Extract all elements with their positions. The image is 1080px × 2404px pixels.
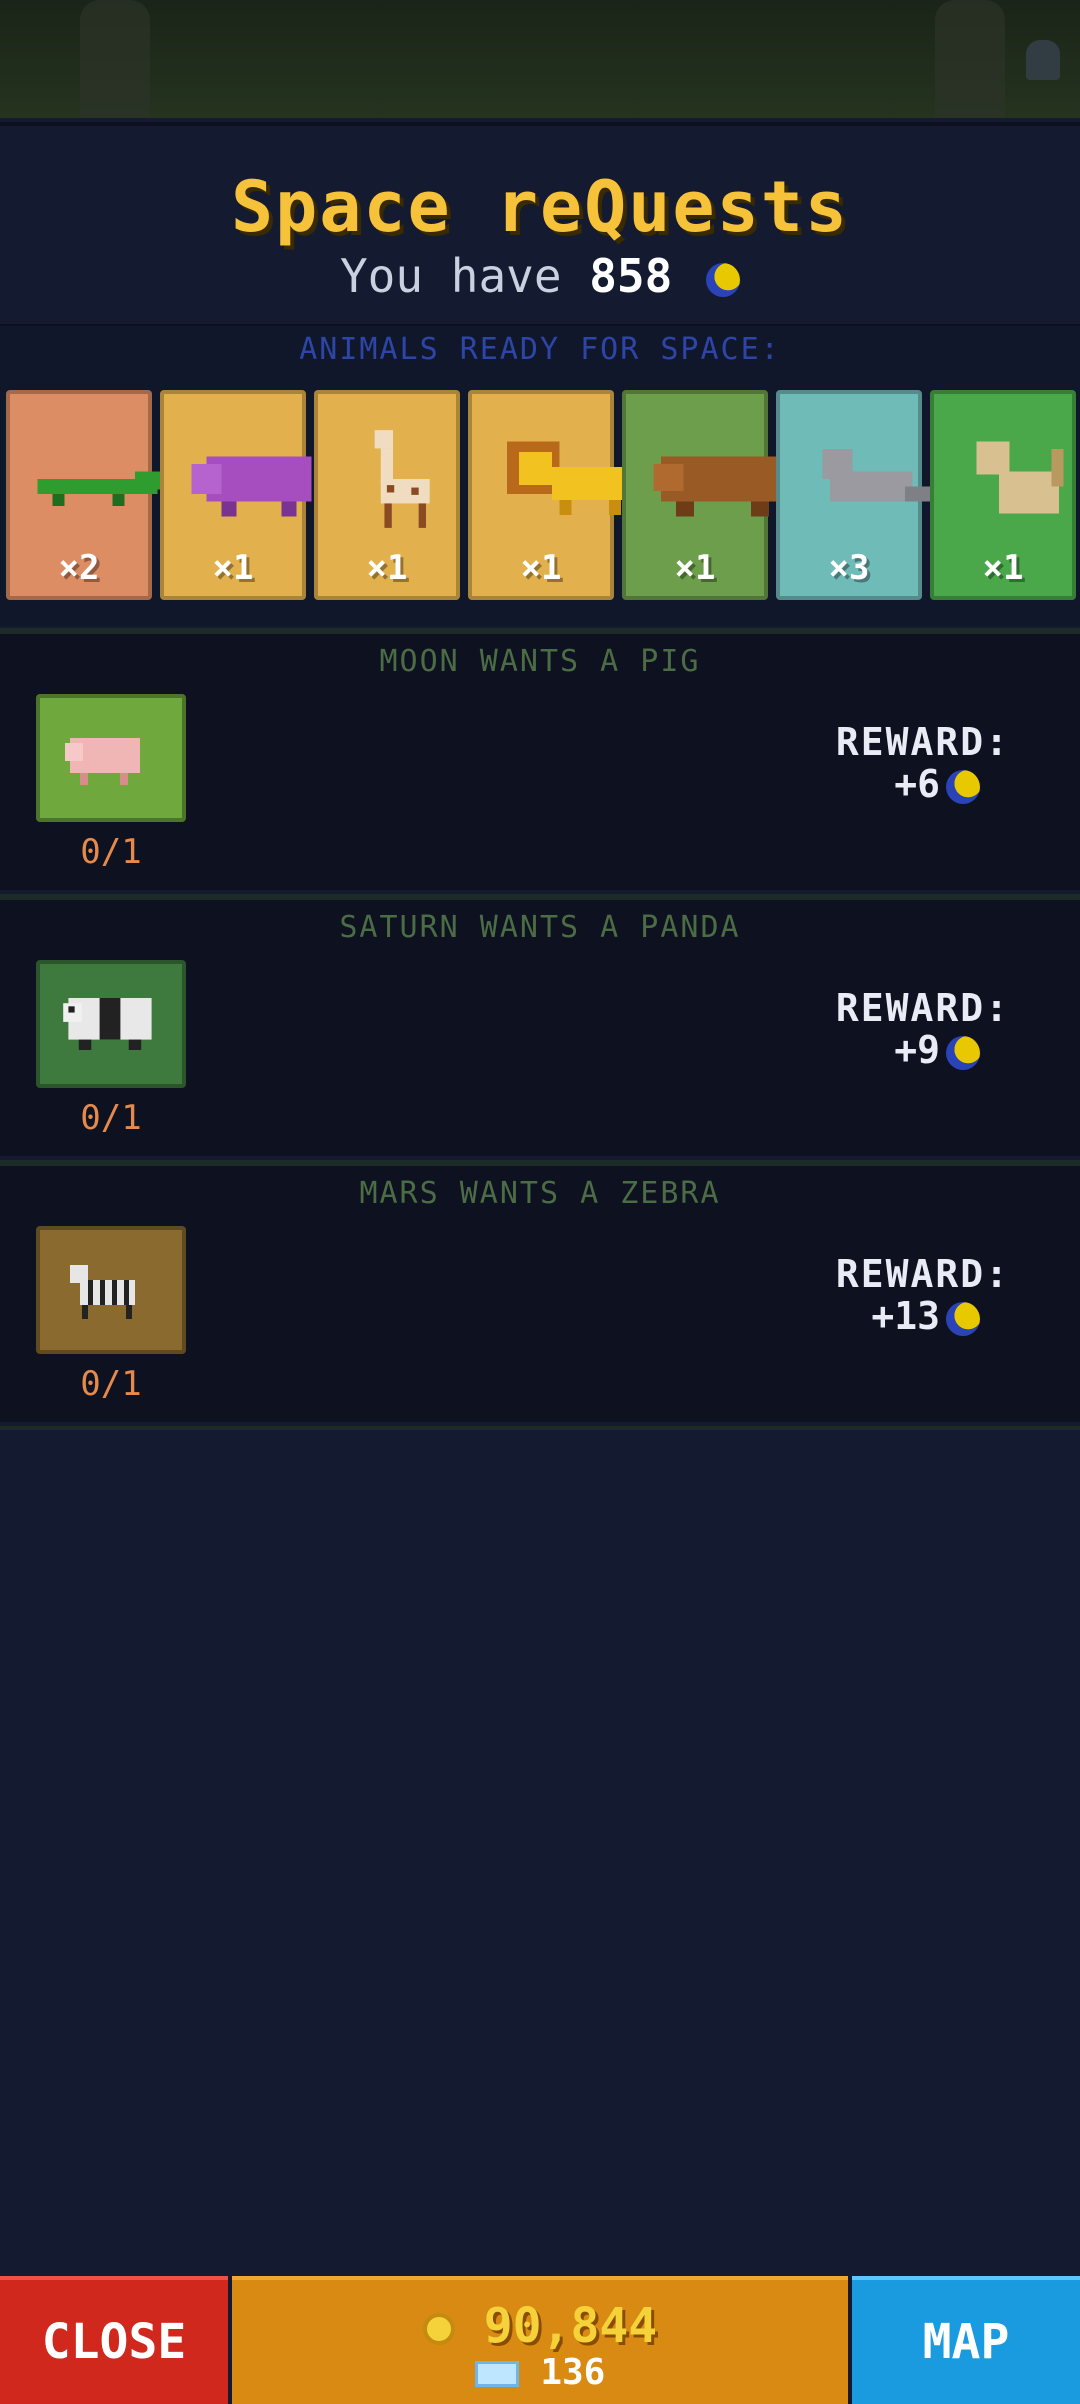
animal-card-lion[interactable]: ×1: [468, 390, 627, 600]
panda-icon: [63, 998, 152, 1050]
monkey-icon: [976, 441, 1064, 514]
reward-label: REWARD:: [835, 720, 1010, 764]
map-button[interactable]: MAP: [852, 2276, 1080, 2404]
request-item: MOON WANTS A PIG 0/1 REWARD: +6: [0, 628, 1080, 890]
reward-value: +6: [894, 762, 980, 806]
animal-count: ×1: [982, 548, 1024, 588]
animal-card-giraffe[interactable]: ×1: [314, 390, 460, 600]
animal-card-hippo[interactable]: ×1: [160, 390, 312, 600]
coin-icon: [422, 2313, 455, 2345]
request-title: SATURN WANTS A PANDA: [339, 910, 741, 945]
page-title: Space reQuests: [230, 166, 849, 248]
seal-icon: [822, 449, 943, 502]
coin-balance: 90,844: [232, 2298, 848, 2354]
moon-coin-icon: [706, 262, 741, 297]
animal-card-bear[interactable]: ×1: [622, 390, 781, 600]
gem-icon: [474, 2361, 519, 2387]
reward-label: REWARD:: [835, 1252, 1010, 1296]
currency-panel[interactable]: 90,844 136: [232, 2276, 848, 2404]
crocodile-icon: [37, 471, 173, 506]
animal-card-monkey[interactable]: ×1: [930, 390, 1076, 600]
divider: [0, 1426, 1080, 1430]
animal-count: ×1: [366, 548, 408, 588]
bear-icon: [653, 456, 781, 517]
you-have-label: You have: [339, 249, 562, 303]
request-title: MOON WANTS A PIG: [379, 644, 701, 679]
tree-icon: [80, 0, 150, 118]
visitor-icon: [1026, 40, 1060, 80]
giraffe-icon: [374, 430, 430, 528]
requests-header: Space reQuests You have 858: [0, 122, 1080, 328]
request-animal-slot[interactable]: [36, 960, 186, 1088]
zoo-background-strip: [0, 0, 1080, 118]
moon-balance: 858: [589, 249, 673, 303]
animal-card-crocodile[interactable]: ×2: [6, 390, 173, 600]
reward-amount: +13: [871, 1294, 940, 1338]
request-title: MARS WANTS A ZEBRA: [359, 1176, 721, 1211]
coin-amount: 90,844: [483, 2298, 658, 2354]
animal-count: ×1: [520, 548, 562, 588]
animal-count: ×1: [674, 548, 716, 588]
ready-animals-label: ANIMALS READY FOR SPACE:: [299, 332, 781, 367]
request-animal-slot[interactable]: [36, 694, 186, 822]
reward-label: REWARD:: [835, 986, 1010, 1030]
close-button[interactable]: CLOSE: [0, 2276, 228, 2404]
lion-icon: [507, 441, 627, 515]
bottom-bar: CLOSE 90,844 136 MAP: [0, 2276, 1080, 2404]
balance-line: You have 858: [0, 249, 1080, 303]
animal-count: ×1: [212, 548, 254, 588]
request-progress: 0/1: [80, 1364, 142, 1404]
ready-animals-list: ×2 ×1 ×1 ×1 ×1 ×3 ×1: [6, 390, 1076, 600]
moon-coin-icon: [946, 1035, 980, 1070]
gem-balance: 136: [232, 2352, 848, 2393]
hippo-icon: [191, 456, 312, 517]
moon-coin-icon: [946, 769, 980, 804]
pig-icon: [65, 738, 140, 785]
reward-value: +13: [871, 1294, 980, 1338]
gem-amount: 136: [540, 2352, 606, 2393]
request-progress: 0/1: [80, 1098, 142, 1138]
request-animal-slot[interactable]: [36, 1226, 186, 1354]
reward-amount: +9: [894, 1028, 940, 1072]
reward-amount: +6: [894, 762, 940, 806]
request-progress: 0/1: [80, 832, 142, 872]
reward-value: +9: [894, 1028, 980, 1072]
animal-count: ×2: [58, 548, 100, 588]
tree-icon: [935, 0, 1005, 118]
zebra-icon: [70, 1265, 135, 1319]
moon-coin-icon: [946, 1301, 980, 1336]
request-item: MARS WANTS A ZEBRA 0/1 REWARD: +13: [0, 1160, 1080, 1422]
animal-card-seal[interactable]: ×3: [776, 390, 943, 600]
request-item: SATURN WANTS A PANDA 0/1 REWARD: +9: [0, 894, 1080, 1156]
animal-count: ×3: [828, 548, 870, 588]
